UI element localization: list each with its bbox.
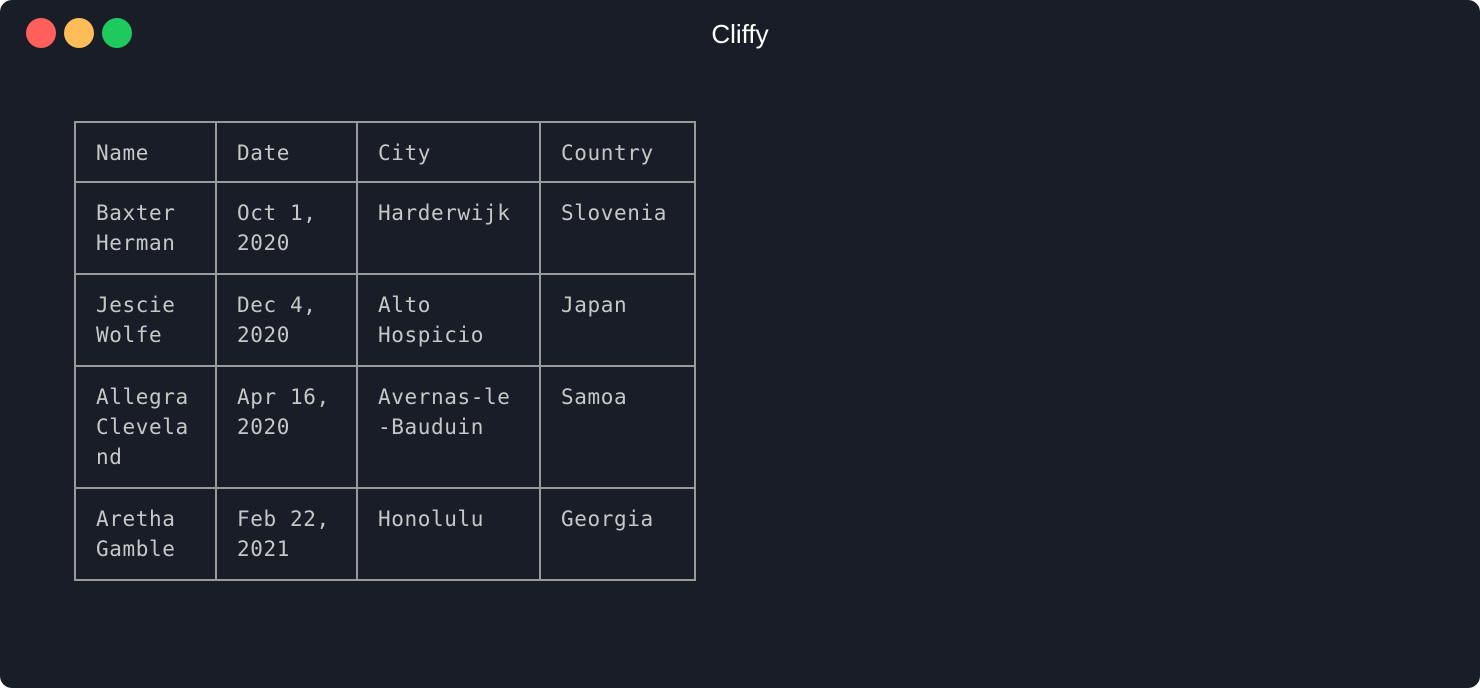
cell-date: Feb 22, 2021 [215, 487, 358, 581]
cell-date: Oct 1, 2020 [215, 181, 358, 275]
cell-country: Georgia [539, 487, 696, 581]
table-row: Allegra Clevela nd Apr 16, 2020 Avernas-… [74, 365, 696, 489]
cell-city: Harderwijk [356, 181, 541, 275]
window-title: Cliffy [711, 19, 769, 49]
cell-name: Aretha Gamble [74, 487, 217, 581]
header-city: City [356, 121, 541, 183]
cell-city: Avernas-le -Bauduin [356, 365, 541, 489]
cell-date: Dec 4, 2020 [215, 273, 358, 367]
cell-country: Slovenia [539, 181, 696, 275]
cell-city: Honolulu [356, 487, 541, 581]
table-header-row: Name Date City Country [74, 121, 696, 183]
cell-name: Jescie Wolfe [74, 273, 217, 367]
cell-country: Japan [539, 273, 696, 367]
header-date: Date [215, 121, 358, 183]
terminal-window: Cliffy Name Date City Country Baxter Her… [0, 0, 1480, 688]
cell-country: Samoa [539, 365, 696, 489]
cell-date: Apr 16, 2020 [215, 365, 358, 489]
data-table: Name Date City Country Baxter Herman Oct… [74, 121, 696, 581]
table-row: Baxter Herman Oct 1, 2020 Harderwijk Slo… [74, 181, 696, 275]
cell-name: Allegra Clevela nd [74, 365, 217, 489]
table-row: Aretha Gamble Feb 22, 2021 Honolulu Geor… [74, 487, 696, 581]
header-country: Country [539, 121, 696, 183]
cell-name: Baxter Herman [74, 181, 217, 275]
header-name: Name [74, 121, 217, 183]
table-row: Jescie Wolfe Dec 4, 2020 Alto Hospicio J… [74, 273, 696, 367]
cell-city: Alto Hospicio [356, 273, 541, 367]
